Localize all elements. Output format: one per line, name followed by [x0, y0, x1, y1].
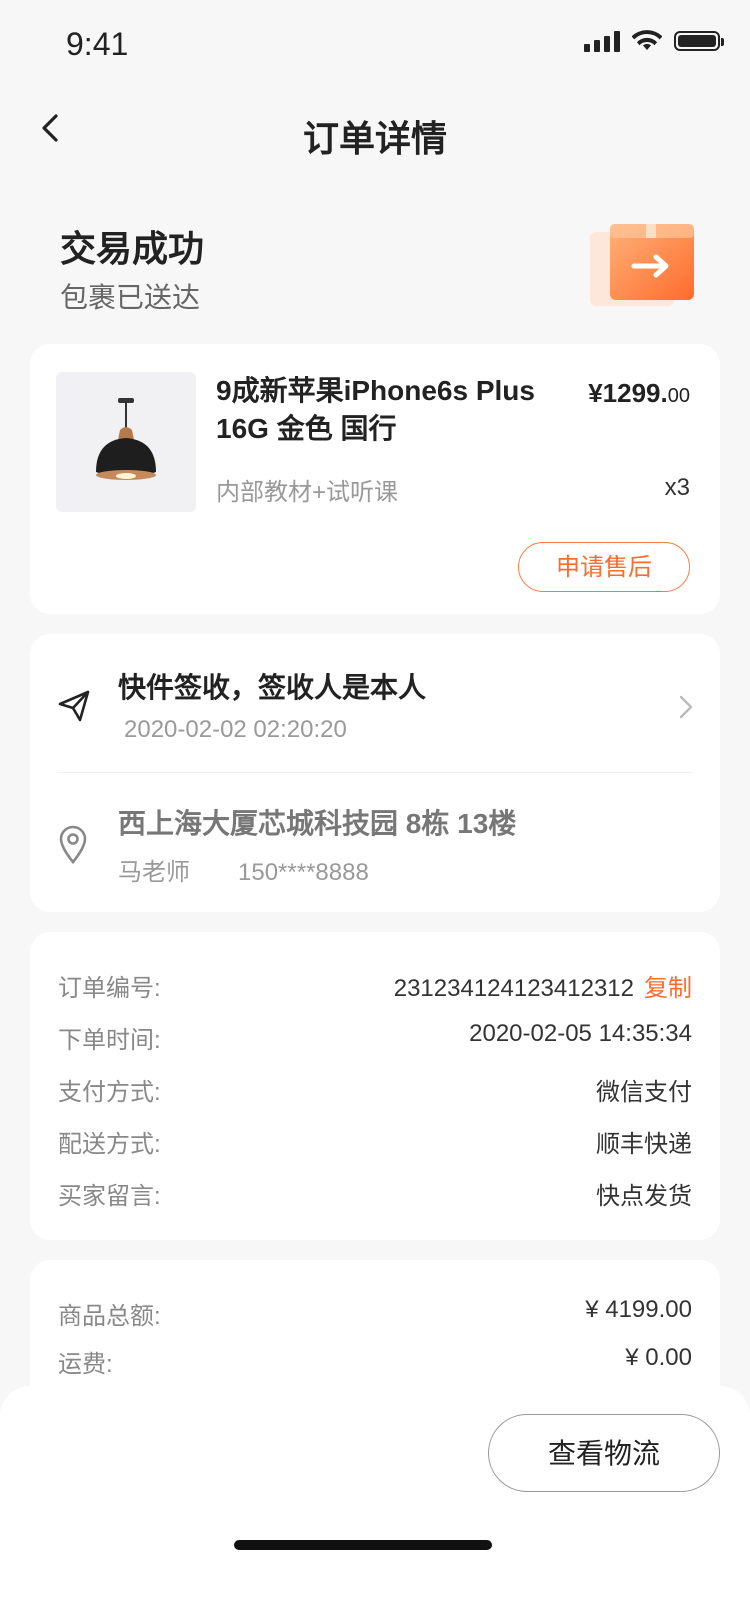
- after-sale-button[interactable]: 申请售后: [518, 542, 690, 592]
- view-logistics-button[interactable]: 查看物流: [488, 1414, 720, 1492]
- order-time-row: 下单时间: 2020-02-05 14:35:34: [58, 1020, 692, 1060]
- buyer-message-value: 快点发货: [596, 1183, 692, 1210]
- buyer-message-label: 买家留言:: [58, 1183, 161, 1210]
- order-time-label: 下单时间:: [58, 1027, 161, 1054]
- product-quantity: x3: [664, 474, 690, 501]
- status-time: 9:41: [66, 26, 129, 62]
- wifi-icon: [632, 30, 662, 50]
- goods-total-label: 商品总额:: [58, 1303, 161, 1330]
- shipping-method-label: 配送方式:: [58, 1131, 161, 1158]
- shipping-fee-value: ¥ 0.00: [625, 1344, 692, 1371]
- page-title: 订单详情: [302, 118, 447, 159]
- product-thumbnail[interactable]: [56, 372, 196, 512]
- price-main: ¥1299.: [588, 378, 668, 408]
- product-card: 9成新苹果iPhone6s Plus 16G 金色 国行 ¥1299.00 内部…: [30, 344, 720, 614]
- order-status-title: 交易成功: [60, 228, 205, 269]
- shipping-fee-label: 运费:: [58, 1351, 113, 1378]
- divider: [58, 772, 692, 773]
- battery-icon: [674, 31, 724, 51]
- delivery-card: 快件签收，签收人是本人 2020-02-02 02:20:20 西上海大厦芯城科…: [30, 634, 720, 912]
- payment-method-row: 支付方式: 微信支付: [58, 1072, 692, 1112]
- delivery-status-title[interactable]: 快件签收，签收人是本人: [118, 666, 426, 706]
- chevron-right-icon[interactable]: [678, 694, 694, 720]
- pendant-lamp-image: [96, 398, 156, 480]
- order-number-value: 231234124123412312: [393, 975, 634, 1002]
- location-pin-icon: [59, 825, 87, 864]
- contact-phone: 150****8888: [238, 859, 369, 886]
- order-info-card: 订单编号: 231234124123412312 复制 下单时间: 2020-02…: [30, 932, 720, 1240]
- copy-button[interactable]: 复制: [644, 975, 692, 1002]
- product-spec: 内部教材+试听课: [216, 479, 399, 506]
- order-number-label: 订单编号:: [58, 975, 161, 1002]
- payment-method-label: 支付方式:: [58, 1079, 161, 1106]
- goods-total-row: 商品总额: ¥ 4199.00: [58, 1296, 692, 1336]
- product-price: ¥1299.00: [588, 378, 690, 409]
- send-icon: [58, 690, 90, 722]
- price-decimal: 00: [667, 385, 690, 407]
- contact-name: 马老师: [118, 859, 190, 886]
- delivery-contact: 马老师 150****8888: [118, 852, 369, 887]
- delivery-time: 2020-02-02 02:20:20: [124, 716, 347, 743]
- order-number-row: 订单编号: 231234124123412312 复制: [58, 968, 692, 1008]
- shipping-fee-row: 运费: ¥ 0.00: [58, 1344, 692, 1384]
- delivery-address: 西上海大厦芯城科技园 8栋 13楼: [118, 808, 517, 839]
- payment-method-value: 微信支付: [596, 1079, 692, 1106]
- shipping-method-row: 配送方式: 顺丰快递: [58, 1124, 692, 1164]
- goods-total-value: ¥ 4199.00: [585, 1296, 692, 1323]
- bottom-action-bar: 查看物流: [0, 1386, 750, 1624]
- status-icons: [584, 30, 724, 52]
- buyer-message-row: 买家留言: 快点发货: [58, 1176, 692, 1216]
- product-name[interactable]: 9成新苹果iPhone6s Plus 16G 金色 国行: [216, 372, 546, 448]
- signal-icon: [584, 30, 620, 52]
- order-time-value: 2020-02-05 14:35:34: [469, 1020, 692, 1047]
- package-box-icon: [590, 224, 694, 306]
- shipping-method-value: 顺丰快递: [596, 1131, 692, 1158]
- home-indicator[interactable]: [234, 1540, 492, 1550]
- order-number-value-wrap: 231234124123412312 复制: [394, 968, 692, 1003]
- order-status-subtitle: 包裹已送达: [60, 282, 201, 313]
